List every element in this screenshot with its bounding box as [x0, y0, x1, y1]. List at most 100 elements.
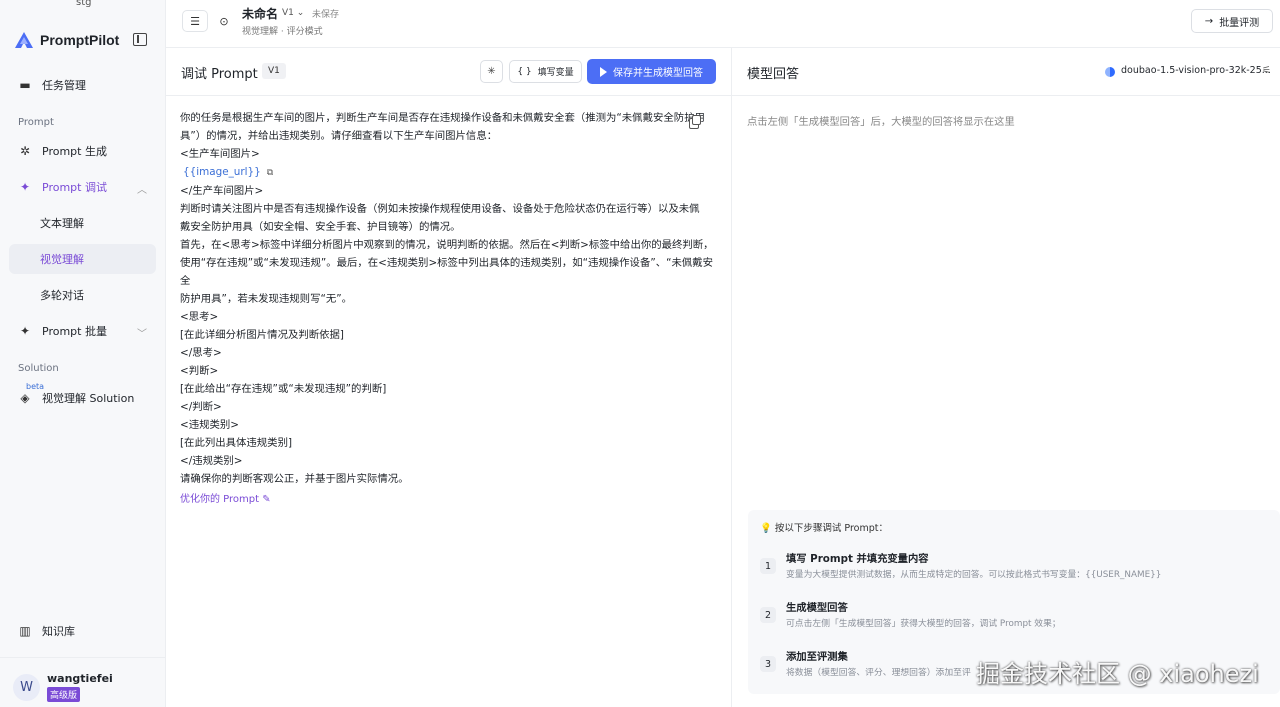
user-name: wangtiefei	[47, 672, 113, 685]
sidebar-item-label: 任务管理	[42, 79, 86, 92]
sparkle-pen-icon: ✎	[262, 494, 271, 505]
app-name: PromptPilot	[40, 32, 120, 48]
book-icon: ▥	[19, 624, 31, 638]
sidebar-item-label: Prompt 生成	[42, 145, 107, 158]
avatar: W	[13, 673, 40, 701]
step-desc: 变量为大模型提供测试数据，从而生成特定的回答。可以按此格式书写变量：{{USER…	[786, 570, 1162, 580]
magic-wand-icon[interactable]: ✳	[480, 60, 503, 83]
sidebar: stg PromptPilot ▬ 任务管理 Prompt ✲ Prompt 生…	[0, 0, 166, 707]
lightbulb-icon: 💡	[760, 523, 772, 534]
mode-label: 视觉理解 · 评分模式	[242, 27, 323, 37]
braces-icon: { }	[517, 66, 532, 77]
step-number: 1	[760, 558, 776, 574]
sidebar-item-label: 多轮对话	[40, 289, 84, 302]
sidebar-item-label: Prompt 批量	[42, 325, 107, 338]
sidebar-item-multi-turn[interactable]: 多轮对话	[9, 280, 156, 310]
batch-eval-label: 批量评测	[1219, 17, 1260, 29]
prompt-line: 你的任务是根据生产车间的图片，判断生产车间是否存在违规操作设备和未佩戴安全套（推…	[180, 112, 705, 124]
prompt-line: 具”）的情况，并给出违规类别。请仔细查看以下生产车间图片信息：	[180, 130, 498, 142]
document-title[interactable]: 未命名	[242, 5, 278, 22]
play-icon	[600, 66, 607, 77]
step-number: 2	[760, 607, 776, 623]
history-icon[interactable]: ⊙	[211, 10, 237, 32]
step-desc: 可点击左侧「生成模型回答」获得大模型的回答，调试 Prompt 效果；	[786, 619, 1061, 629]
response-panel-header: 模型回答 doubao-1.5-vision-pro-32k-25... ⚟	[732, 48, 1280, 96]
prompt-line: [在此详细分析图片情况及判断依据]	[180, 329, 344, 341]
version-select[interactable]: V1 ⌄	[282, 8, 304, 18]
sidebar-item-visual-solution[interactable]: ◈ 视觉理解 Solution	[9, 383, 156, 413]
prompt-line: <生产车间图片>	[180, 148, 260, 160]
steps-title: 💡 按以下步骤调试 Prompt：	[760, 520, 888, 534]
sidebar-item-prompt-generate[interactable]: ✲ Prompt 生成	[9, 136, 156, 166]
fill-variables-label: 填写变量	[537, 68, 574, 78]
prompt-line: </判断>	[180, 401, 222, 413]
prompt-line: <思考>	[180, 311, 219, 323]
prompt-line: 防护用具”，若未发现违规则写“无”。	[180, 293, 353, 305]
variable-token[interactable]: {{image_url}}	[180, 166, 261, 178]
prompt-panel-title: 调试 Prompt	[181, 67, 258, 82]
prompt-version-badge: V1	[262, 63, 286, 79]
prompt-line: [在此列出具体违规类别]	[180, 437, 293, 449]
cube-icon: ◈	[20, 391, 30, 405]
env-label: stg	[76, 0, 92, 8]
prompt-editor[interactable]: 你的任务是根据生产车间的图片，判断生产车间是否存在违规操作设备和未佩戴安全套（推…	[180, 109, 716, 488]
promptpilot-logo-icon	[15, 32, 33, 48]
menu-icon[interactable]: ☰	[182, 10, 208, 32]
watermark: 掘金技术社区 @ xiaohezi	[976, 660, 1259, 688]
prompt-line: 首先，在<思考>标签中详细分析图片中观察到的情况，说明判断的依据。然后在<判断>…	[180, 239, 714, 251]
sidebar-item-label: 视觉理解	[40, 253, 84, 266]
save-generate-button[interactable]: 保存并生成模型回答	[587, 59, 716, 84]
steps-title-label: 按以下步骤调试 Prompt：	[774, 523, 888, 534]
section-label-prompt: Prompt	[18, 117, 54, 128]
prompt-line: </生产车间图片>	[180, 185, 264, 197]
user-profile[interactable]: W wangtiefei 高级版	[13, 672, 113, 702]
optimize-prompt-link[interactable]: 优化你的 Prompt ✎	[180, 490, 271, 505]
prompt-line: 戴安全防护用具（如安全帽、安全手套、护目镜等）的情况。	[180, 221, 461, 233]
prompt-line: 使用“存在违规”或“未发现违规”。最后，在<违规类别>标签中列出具体的违规类别，…	[180, 257, 714, 287]
optimize-prompt-label: 优化你的 Prompt	[180, 494, 260, 505]
image-edit-icon[interactable]: ⧉	[267, 164, 273, 182]
settings-sliders-icon[interactable]: ⚟	[1262, 65, 1271, 76]
app-logo[interactable]: PromptPilot	[14, 31, 119, 49]
debug-icon: ✦	[19, 180, 31, 194]
model-select[interactable]: doubao-1.5-vision-pro-32k-25...	[1121, 65, 1271, 76]
batch-eval-button[interactable]: → 批量评测	[1191, 9, 1273, 33]
step-desc: 将数据（模型回答、评分、理想回答）添加至评	[786, 668, 971, 678]
step-title: 添加至评测集	[786, 651, 848, 663]
save-generate-label: 保存并生成模型回答	[613, 68, 703, 79]
sidebar-collapse-icon[interactable]	[133, 33, 147, 46]
prompt-line: <判断>	[180, 365, 219, 377]
section-label-solution: Solution	[18, 363, 59, 374]
sidebar-item-visual-understanding[interactable]: 视觉理解	[9, 244, 156, 274]
fill-variables-button[interactable]: { } 填写变量	[509, 60, 582, 83]
save-status: 未保存	[312, 10, 340, 20]
arrow-right-icon: →	[1204, 15, 1214, 27]
prompt-line: [在此给出“存在违规”或“未发现违规”的判断]	[180, 383, 387, 395]
chevron-up-icon: ︿	[137, 185, 147, 196]
response-panel-title: 模型回答	[747, 67, 800, 82]
prompt-line: </思考>	[180, 347, 222, 359]
step-number: 3	[760, 656, 776, 672]
copy-icon[interactable]	[689, 115, 701, 129]
sparkle-icon: ✲	[19, 144, 31, 158]
chevron-down-icon: ﹀	[137, 329, 147, 340]
step-title: 填写 Prompt 并填充变量内容	[786, 553, 929, 565]
briefcase-icon: ▬	[19, 78, 31, 92]
response-placeholder: 点击左侧「生成模型回答」后，大模型的回答将显示在这里	[747, 116, 1015, 128]
prompt-panel-header: 调试 Prompt V1 ✳ { } 填写变量 保存并生成模型回答	[166, 48, 732, 96]
panel-divider[interactable]	[731, 48, 732, 707]
plan-badge: 高级版	[47, 687, 81, 702]
sidebar-item-knowledge-base[interactable]: ▥ 知识库	[9, 616, 156, 646]
step-title: 生成模型回答	[786, 602, 848, 614]
sidebar-item-prompt-batch[interactable]: ✦ Prompt 批量 ﹀	[9, 316, 156, 346]
sidebar-item-prompt-debug[interactable]: ✦ Prompt 调试 ︿	[9, 172, 156, 202]
sidebar-item-text-understanding[interactable]: 文本理解	[9, 208, 156, 238]
sidebar-item-label: Prompt 调试	[42, 181, 107, 194]
prompt-line: 请确保你的判断客观公正，并基于图片实际情况。	[180, 473, 409, 485]
sidebar-item-label: 视觉理解 Solution	[42, 392, 135, 405]
prompt-line: </违规类别>	[180, 455, 243, 467]
sidebar-item-task-management[interactable]: ▬ 任务管理	[9, 70, 156, 100]
batch-icon: ✦	[19, 324, 31, 338]
top-bar: ☰ ⊙ 未命名 V1 ⌄ 未保存 视觉理解 · 评分模式 → 批量评测	[166, 0, 1280, 48]
prompt-line: 判断时请关注图片中是否有违规操作设备（例如未按操作规程使用设备、设备处于危险状态…	[180, 203, 700, 215]
